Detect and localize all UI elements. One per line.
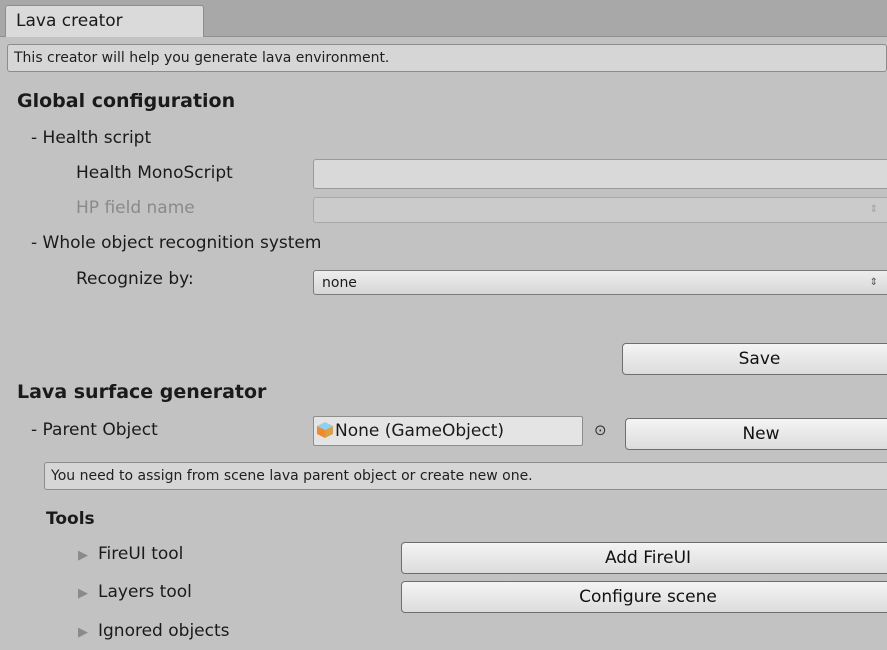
lava-surface-generator-heading: Lava surface generator	[17, 381, 267, 403]
recognize-by-label: Recognize by:	[76, 269, 194, 289]
foldout-layers-tool[interactable]: ▶ Layers tool	[78, 582, 192, 602]
tab-lava-creator[interactable]: Lava creator	[5, 5, 204, 37]
dropdown-arrows-icon: ⇕	[869, 277, 878, 288]
fireui-tool-label: FireUI tool	[98, 544, 184, 564]
health-monoscript-label: Health MonoScript	[76, 163, 233, 183]
save-button[interactable]: Save	[622, 343, 887, 375]
intro-help-box: This creator will help you generate lava…	[7, 44, 887, 72]
editor-window: Lava creator This creator will help you …	[0, 0, 887, 650]
object-picker-icon[interactable]: ⊙	[594, 421, 607, 439]
tools-heading: Tools	[46, 509, 95, 529]
gameobject-cube-icon	[317, 422, 333, 438]
parent-help-text: You need to assign from scene lava paren…	[51, 468, 533, 484]
configure-scene-button[interactable]: Configure scene	[401, 581, 887, 613]
layers-tool-label: Layers tool	[98, 582, 192, 602]
foldout-ignored-objects[interactable]: ▶ Ignored objects	[78, 621, 230, 641]
parent-object-value: None (GameObject)	[335, 421, 504, 441]
recognition-section-label: - Whole object recognition system	[31, 233, 322, 253]
foldout-arrow-icon: ▶	[78, 548, 88, 563]
hp-field-name-label: HP field name	[76, 198, 195, 218]
parent-object-field[interactable]: None (GameObject)	[313, 416, 583, 446]
hp-field-name-dropdown[interactable]: ⇕	[313, 197, 887, 223]
foldout-fireui-tool[interactable]: ▶ FireUI tool	[78, 544, 183, 564]
ignored-objects-label: Ignored objects	[98, 621, 230, 641]
tab-title: Lava creator	[16, 11, 123, 31]
dropdown-arrows-icon: ⇕	[869, 204, 878, 215]
parent-help-box: You need to assign from scene lava paren…	[44, 462, 887, 490]
parent-object-label: - Parent Object	[31, 420, 158, 440]
health-script-section-label: - Health script	[31, 128, 152, 148]
foldout-arrow-icon: ▶	[78, 586, 88, 601]
recognize-by-dropdown[interactable]: none ⇕	[313, 270, 887, 295]
foldout-arrow-icon: ▶	[78, 625, 88, 640]
add-fireui-button[interactable]: Add FireUI	[401, 542, 887, 574]
global-configuration-heading: Global configuration	[17, 90, 236, 112]
health-monoscript-field[interactable]	[313, 159, 887, 189]
recognize-by-value: none	[322, 275, 357, 291]
intro-help-text: This creator will help you generate lava…	[14, 50, 390, 66]
tab-bar: Lava creator	[0, 0, 887, 37]
new-button[interactable]: New	[625, 418, 887, 450]
